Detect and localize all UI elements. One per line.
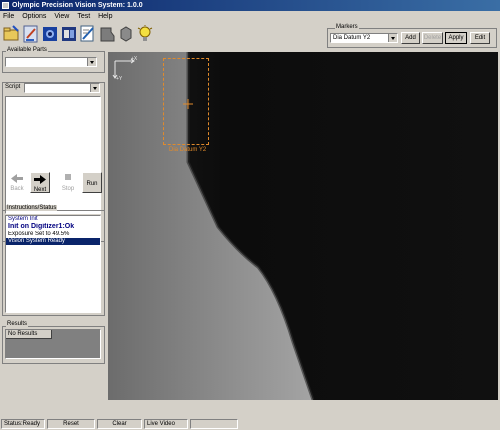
status-extra	[190, 419, 238, 429]
crosshair-icon	[183, 99, 193, 109]
chevron-down-icon[interactable]	[388, 34, 397, 42]
reset-button[interactable]: Reset	[47, 419, 95, 429]
markers-select[interactable]: Dia Datum Y2	[330, 33, 398, 43]
pencil-icon[interactable]	[22, 24, 40, 44]
menu-test[interactable]: Test	[74, 11, 93, 22]
available-parts-label: Available Parts	[6, 47, 48, 53]
stop-label: Stop	[61, 186, 75, 192]
lightbulb-icon[interactable]	[136, 24, 154, 44]
arrow-right-icon	[34, 175, 46, 184]
script-select[interactable]	[24, 83, 100, 93]
live-video-button[interactable]: Live Video	[144, 419, 188, 429]
run-label: Run	[86, 181, 98, 187]
add-marker-button[interactable]: Add	[401, 32, 420, 44]
edit-document-icon[interactable]	[79, 24, 97, 44]
arrow-left-icon	[11, 174, 23, 183]
menu-options[interactable]: Options	[19, 11, 49, 22]
menu-bar: File Options View Test Help	[0, 11, 500, 22]
back-button[interactable]: Back	[7, 172, 27, 193]
camera-icon[interactable]	[41, 24, 59, 44]
camera-view[interactable]: +X +Y Dia Datum Y2	[108, 52, 498, 400]
chevron-down-icon[interactable]	[87, 58, 96, 66]
status-line: System Init	[8, 216, 38, 222]
marker-region[interactable]	[163, 58, 209, 145]
status-bar: Status:Ready Reset Clear Live Video	[0, 418, 500, 430]
next-label: Next	[33, 187, 47, 193]
clear-button[interactable]: Clear	[97, 419, 142, 429]
left-panel: Available Parts Script Back Next Stop Ru…	[2, 46, 105, 416]
part-icon[interactable]	[98, 24, 116, 44]
run-button[interactable]: Run	[82, 172, 102, 193]
menu-file[interactable]: File	[0, 11, 17, 22]
tool-icon[interactable]	[117, 24, 135, 44]
instructions-label: Instructions/Status	[6, 205, 58, 211]
markers-label: Markers	[335, 24, 359, 30]
window-title: Olympic Precision Vision System: 1.0.0	[12, 2, 143, 9]
back-label: Back	[10, 186, 24, 192]
status-line: Init on Digitizer1:Ok	[8, 223, 75, 230]
axis-x-label: +X	[131, 56, 138, 62]
status-line-selected: Vision System Ready	[6, 238, 100, 245]
stop-button[interactable]: Stop	[58, 172, 78, 193]
axis-y-label: +Y	[116, 76, 123, 82]
marker-label: Dia Datum Y2	[169, 147, 207, 153]
next-button[interactable]: Next	[30, 172, 50, 193]
app-icon	[2, 2, 9, 9]
markers-group: Markers Dia Datum Y2 Add Delete Apply Ed…	[327, 24, 497, 48]
script-list[interactable]	[5, 96, 101, 214]
results-grid[interactable]: No Results	[5, 329, 101, 359]
markers-selected-value: Dia Datum Y2	[333, 35, 371, 41]
chevron-down-icon[interactable]	[90, 84, 99, 92]
results-header: No Results	[6, 330, 52, 339]
apply-marker-button[interactable]: Apply	[445, 32, 467, 44]
open-folder-icon[interactable]	[3, 24, 21, 44]
status-line: Exposure Set to 49.5%	[8, 231, 70, 237]
stop-icon	[65, 174, 71, 180]
instructions-list[interactable]: System Init Init on Digitizer1:Ok Exposu…	[5, 215, 101, 313]
script-label: Script	[4, 84, 22, 90]
results-label: Results	[6, 321, 29, 327]
menu-help[interactable]: Help	[95, 11, 115, 22]
available-parts-select[interactable]	[5, 57, 97, 67]
edit-marker-button[interactable]: Edit	[470, 32, 490, 44]
menu-view[interactable]: View	[51, 11, 72, 22]
status-text: Status:Ready	[1, 419, 45, 429]
delete-marker-button[interactable]: Delete	[422, 32, 443, 44]
toolbar	[0, 22, 330, 48]
camera-settings-icon[interactable]	[60, 24, 78, 44]
title-bar: Olympic Precision Vision System: 1.0.0	[0, 0, 500, 11]
